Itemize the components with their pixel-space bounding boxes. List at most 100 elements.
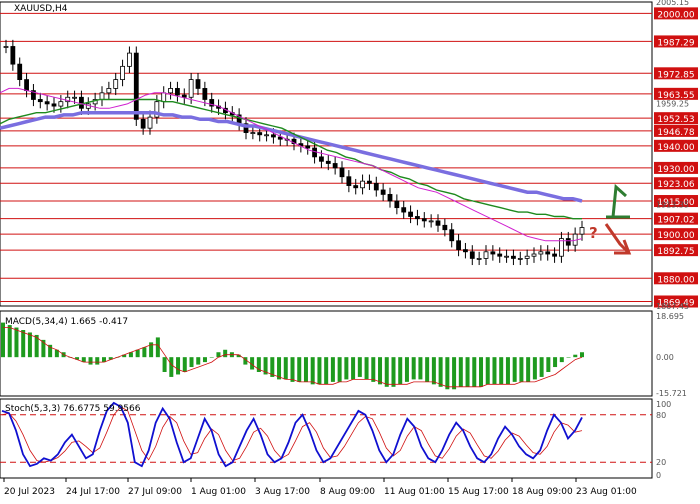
candle-body [415,216,420,220]
candle-body [449,229,455,242]
candle-body [483,251,489,259]
macd-bar [21,330,26,358]
level-label: 1907.02 [657,216,694,226]
candle-body [120,65,125,81]
candle-body [511,255,516,259]
macd-bar [445,357,450,390]
macd-bar [384,357,389,387]
forex-chart: 2000.00 1987.29 1972.85 1963.55 1952.53 1946.… [0,0,700,500]
macd-bar [492,357,497,385]
candle-body [353,185,359,189]
candle-body [305,145,311,149]
candle-body [181,94,187,98]
candle-body [442,224,448,231]
level-label: 1923.06 [657,180,694,190]
macd-bar [202,357,207,363]
macd-bar [452,357,457,390]
chart-canvas: 2000.001987.291972.851963.551952.531946.… [0,0,698,497]
macd-bar [411,357,416,380]
macd-bar [310,357,315,385]
stoch-axis-tick: 0 [656,471,661,480]
candle-body [421,218,427,222]
candle-body [3,46,9,48]
macd-bar [337,357,342,382]
x-tick-label: 18 Aug 09:00 [512,487,573,497]
candle-body [401,207,407,213]
macd-bar [526,357,531,382]
macd-axis-tick: 0.00 [656,353,674,362]
level-label: 1952.53 [657,115,694,125]
stoch-axis-tick: 80 [656,411,666,420]
macd-bar [324,357,329,385]
x-tick-label: 27 Jul 09:00 [128,487,182,497]
candle-body [565,238,571,246]
candle-body [319,156,324,162]
candle-body [545,251,551,255]
candle-body [346,176,352,186]
macd-bar [573,354,578,358]
candle-body [373,182,379,191]
stoch-axis-tick: 20 [656,458,666,467]
candle-body [435,220,441,226]
candle-body [524,255,530,259]
level-label: 1940.00 [657,143,694,153]
macd-bar [479,357,484,387]
candle-body [463,249,468,253]
candle-body [552,253,557,257]
macd-bar [169,357,174,377]
candle-body [428,220,434,223]
candle-body [250,132,256,134]
candle-body [469,251,475,259]
macd-axis-tick: 18.695 [656,312,684,321]
x-tick-label: 11 Aug 01:00 [384,487,445,497]
candle-body [188,79,194,98]
candle-body [79,96,84,109]
candle-body [264,134,269,137]
macd-bar [283,357,288,380]
macd-bar [371,357,376,382]
candle-body [271,134,276,138]
candle-body [37,99,43,103]
candle-body [579,227,585,235]
candle-body [538,251,544,255]
macd-bar [317,357,322,385]
macd-bar [532,357,537,380]
candle-body [127,52,132,67]
x-tick-label: 3 Aug 17:00 [255,487,310,497]
candle-body [380,189,386,195]
level-label: 1930.00 [657,165,694,175]
candle-body [10,46,16,65]
candle-body [517,258,523,260]
price-axis-tick: 1959.25 [656,99,689,108]
candle-body [133,52,139,120]
macd-bar [196,357,201,365]
candle-body [106,88,112,94]
macd-bar [297,357,302,382]
macd-bar [378,357,383,385]
macd-bar [391,357,396,387]
candle-body [17,63,23,81]
candle-body [113,79,119,89]
candle-body [58,101,64,107]
macd-bar [580,352,584,358]
x-tick-label: 23 Aug 01:00 [576,487,637,497]
candle-body [339,167,345,178]
candle-body [99,92,105,100]
stoch-label: Stoch(5,3,3) 76.6775 59.9566 [5,404,141,414]
x-tick-label: 1 Aug 01:00 [191,487,246,497]
candle-body [490,251,496,255]
level-label: 1892.75 [657,247,694,257]
macd-bar [472,357,477,387]
level-label: 1987.29 [657,38,694,48]
x-axis: 20 Jul 2023 24 Jul 17:00 27 Jul 09:00 1 Aug… [3,478,637,497]
question-annotation: ? [589,224,598,242]
candle-body [195,79,201,89]
macd-bar [176,357,181,375]
macd-bar [14,327,19,358]
macd-label: MACD(5,34,4) 1.665 -0.417 [5,317,128,327]
macd-bar [512,357,517,382]
price-panel: 2000.001987.291972.851963.551952.531946.… [0,0,698,311]
candle-body [24,79,29,92]
macd-bar [209,357,214,358]
macd-bar [357,357,362,377]
